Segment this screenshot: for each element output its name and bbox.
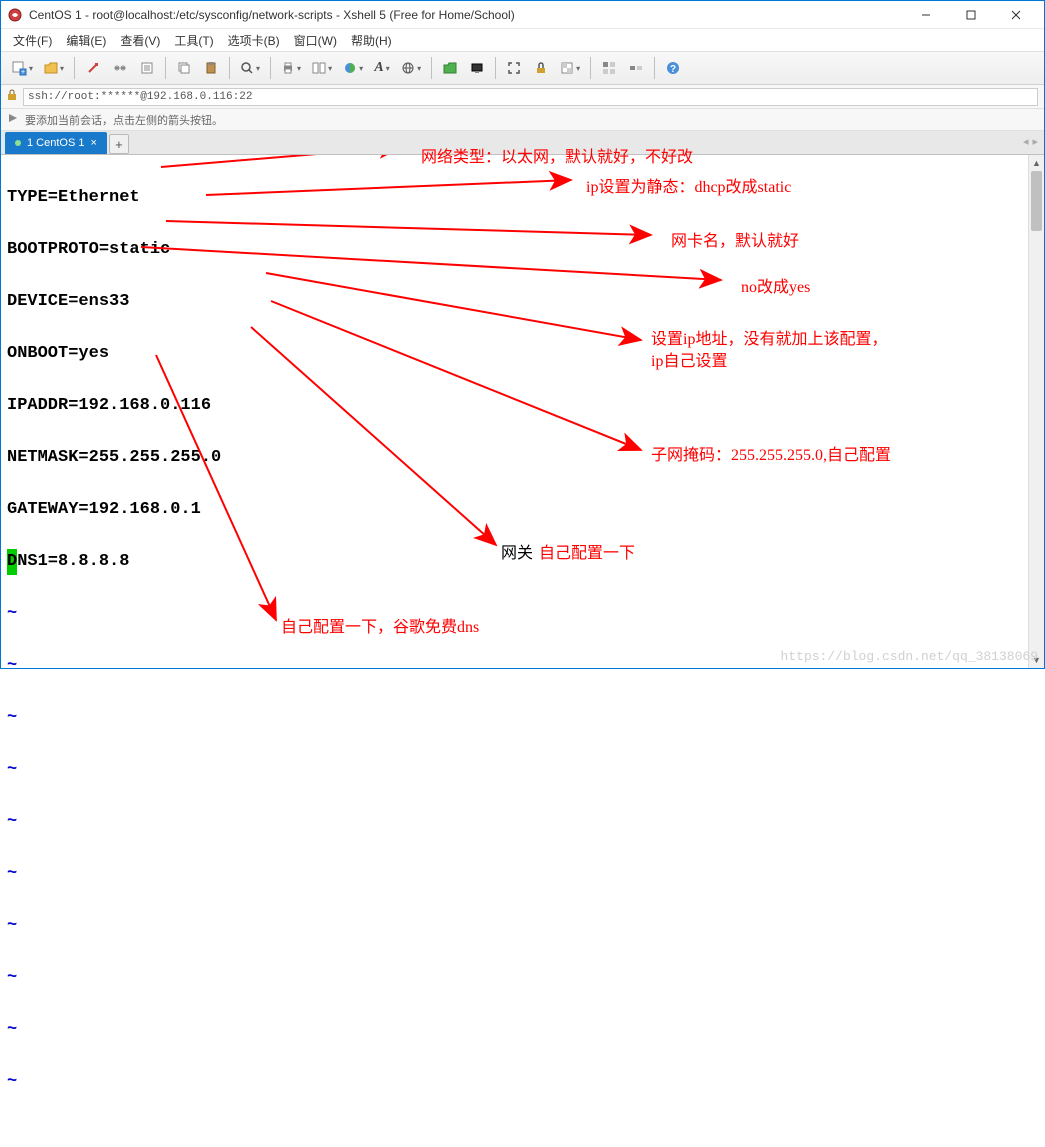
maximize-button[interactable] <box>948 1 993 29</box>
vim-empty-line: ~ <box>7 965 1022 991</box>
layout-button[interactable] <box>308 55 336 81</box>
menu-tools[interactable]: 工具(T) <box>168 30 219 51</box>
config-line: DEVICE=ens33 <box>7 289 1022 315</box>
paste-button[interactable] <box>199 55 223 81</box>
copy-button[interactable] <box>172 55 196 81</box>
address-bar: ssh://root:******@192.168.0.116:22 <box>1 85 1044 109</box>
vim-empty-line: ~ <box>7 705 1022 731</box>
toolbar-separator <box>270 57 271 79</box>
xagent-button[interactable] <box>465 55 489 81</box>
config-line: GATEWAY=192.168.0.1 <box>7 497 1022 523</box>
hint-text: 要添加当前会话，点击左侧的箭头按钮。 <box>25 112 223 128</box>
address-field[interactable]: ssh://root:******@192.168.0.116:22 <box>23 88 1038 106</box>
close-button[interactable] <box>993 1 1038 29</box>
fullscreen-button[interactable] <box>502 55 526 81</box>
tab-prev-button[interactable]: ◂ <box>1023 135 1029 148</box>
new-session-button[interactable]: + <box>7 55 37 81</box>
vim-empty-line: ~ <box>7 1017 1022 1043</box>
title-bar: CentOS 1 - root@localhost:/etc/sysconfig… <box>1 1 1044 29</box>
toolbar-separator <box>229 57 230 79</box>
toolbar-separator <box>495 57 496 79</box>
encoding-button[interactable] <box>397 55 425 81</box>
open-session-button[interactable] <box>40 55 68 81</box>
vim-empty-line: ~ <box>7 601 1022 627</box>
properties-button[interactable] <box>135 55 159 81</box>
color-scheme-button[interactable] <box>339 55 367 81</box>
toolbar: + A ? <box>1 51 1044 85</box>
window-title: CentOS 1 - root@localhost:/etc/sysconfig… <box>29 8 903 22</box>
reconnect-button[interactable] <box>81 55 105 81</box>
tab-close-button[interactable]: × <box>90 137 96 149</box>
tab-next-button[interactable]: ▸ <box>1032 135 1038 148</box>
terminal-container: TYPE=Ethernet BOOTPROTO=static DEVICE=en… <box>1 155 1044 668</box>
scroll-up-button[interactable]: ▲ <box>1029 155 1044 171</box>
toolbar-separator <box>74 57 75 79</box>
config-line: BOOTPROTO=static <box>7 237 1022 263</box>
config-line: NETMASK=255.255.255.0 <box>7 445 1022 471</box>
watermark: https://blog.csdn.net/qq_38138069 <box>781 649 1038 664</box>
lock-button[interactable] <box>529 55 553 81</box>
menu-window[interactable]: 窗口(W) <box>288 30 343 51</box>
session-tab[interactable]: 1 CentOS 1 × <box>5 132 107 154</box>
menu-help[interactable]: 帮助(H) <box>345 30 398 51</box>
add-session-icon[interactable] <box>7 112 21 127</box>
lock-icon <box>7 89 17 104</box>
disconnect-button[interactable] <box>108 55 132 81</box>
vim-empty-line: ~ <box>7 809 1022 835</box>
vim-empty-line: ~ <box>7 1069 1022 1095</box>
transparency-button[interactable] <box>556 55 584 81</box>
menu-edit[interactable]: 编辑(E) <box>60 30 112 51</box>
font-button[interactable]: A <box>370 55 394 81</box>
toolbar-separator <box>165 57 166 79</box>
session-hint-bar: 要添加当前会话，点击左侧的箭头按钮。 <box>1 109 1044 131</box>
toolbar-separator <box>431 57 432 79</box>
tab-label: 1 CentOS 1 <box>27 137 84 149</box>
terminal-cursor: D <box>7 549 17 575</box>
config-line: IPADDR=192.168.0.116 <box>7 393 1022 419</box>
app-icon <box>7 7 23 23</box>
add-tab-button[interactable]: + <box>109 134 129 154</box>
toolbar-separator <box>654 57 655 79</box>
xftp-button[interactable] <box>438 55 462 81</box>
menu-file[interactable]: 文件(F) <box>7 30 58 51</box>
minimize-button[interactable] <box>903 1 948 29</box>
menu-view[interactable]: 查看(V) <box>114 30 166 51</box>
menu-bar: 文件(F) 编辑(E) 查看(V) 工具(T) 选项卡(B) 窗口(W) 帮助(… <box>1 29 1044 51</box>
config-line: ONBOOT=yes <box>7 341 1022 367</box>
vim-empty-line: ~ <box>7 861 1022 887</box>
toolbar-separator <box>590 57 591 79</box>
menu-tabs[interactable]: 选项卡(B) <box>222 30 286 51</box>
svg-text:?: ? <box>670 64 676 75</box>
find-button[interactable] <box>236 55 264 81</box>
scrollbar[interactable]: ▲ ▼ <box>1028 155 1044 668</box>
vim-empty-line: ~ <box>7 913 1022 939</box>
window-controls <box>903 1 1038 29</box>
script-button[interactable] <box>624 55 648 81</box>
help-button[interactable]: ? <box>661 55 685 81</box>
terminal[interactable]: TYPE=Ethernet BOOTPROTO=static DEVICE=en… <box>1 155 1028 668</box>
svg-text:+: + <box>21 69 25 76</box>
status-dot-icon <box>15 140 21 146</box>
print-button[interactable] <box>277 55 305 81</box>
config-line: DNS1=8.8.8.8 <box>7 549 1022 575</box>
tab-nav: ◂ ▸ <box>1023 135 1038 148</box>
scroll-thumb[interactable] <box>1031 171 1042 231</box>
compose-bar-button[interactable] <box>597 55 621 81</box>
config-line: TYPE=Ethernet <box>7 185 1022 211</box>
tab-strip: 1 CentOS 1 × + ◂ ▸ <box>1 131 1044 155</box>
vim-empty-line: ~ <box>7 757 1022 783</box>
